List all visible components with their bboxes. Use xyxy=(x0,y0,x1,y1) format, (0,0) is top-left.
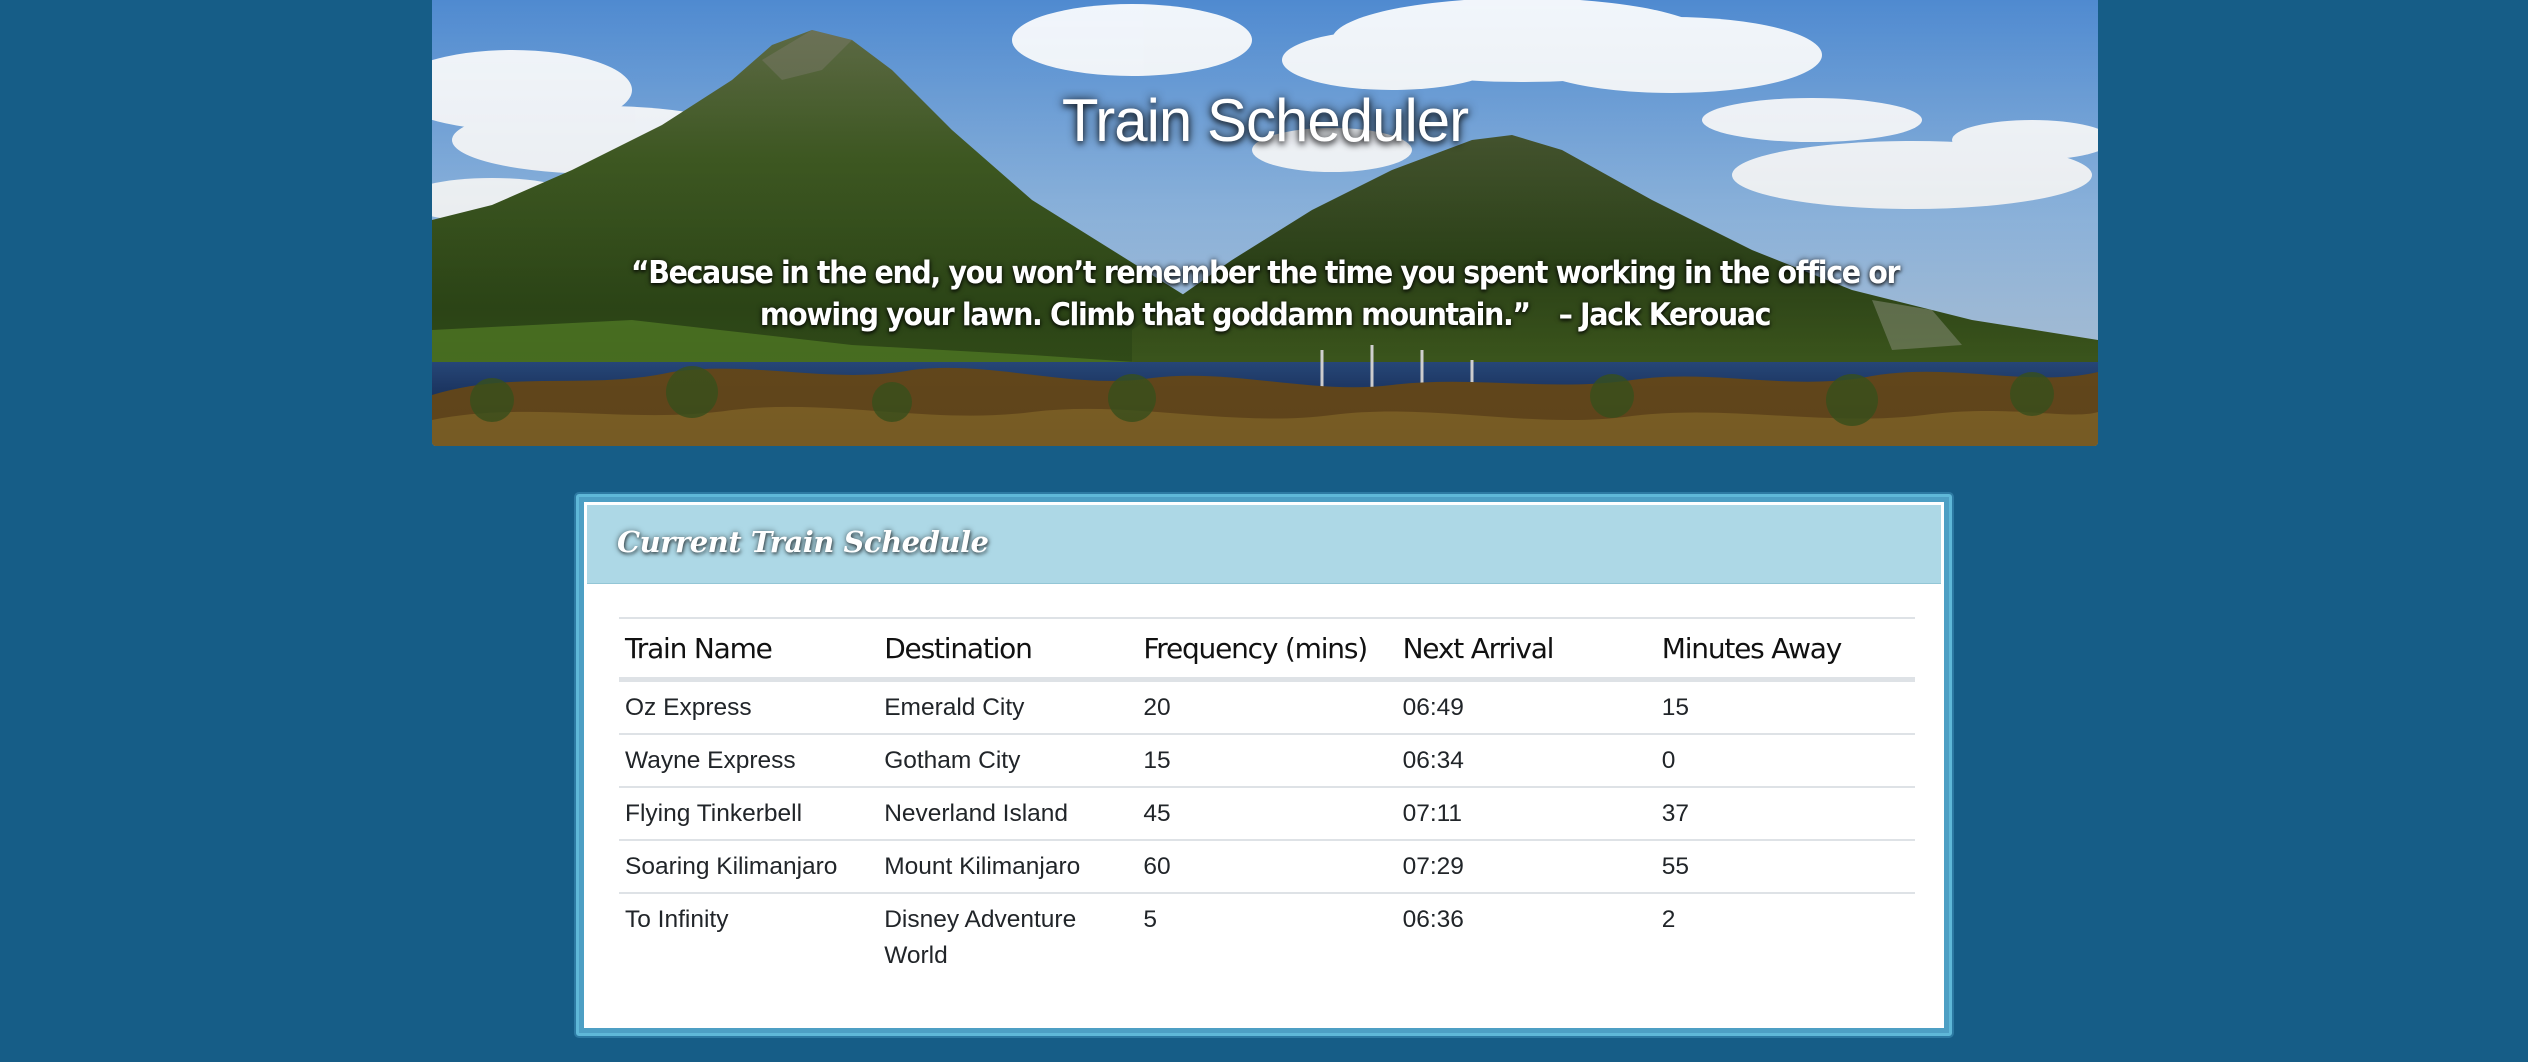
cell-minutes-away: 2 xyxy=(1655,892,1915,981)
cell-next-arrival: 07:29 xyxy=(1396,839,1656,893)
column-header-train-name: Train Name xyxy=(619,617,879,682)
quote-author: – Jack Kerouac xyxy=(1558,297,1772,333)
cell-frequency: 60 xyxy=(1137,839,1397,893)
cell-destination: Neverland Island xyxy=(878,786,1138,840)
cell-minutes-away: 15 xyxy=(1661,694,1690,721)
panel-heading: Current Train Schedule xyxy=(587,505,1941,584)
column-header-destination: Destination xyxy=(878,617,1138,682)
cell-frequency: 20 xyxy=(1143,694,1171,721)
column-header-next-arrival: Next Arrival xyxy=(1396,617,1656,682)
cell-next-arrival: 07:11 xyxy=(1396,786,1656,840)
hero-banner: Train Scheduler “Because in the end, you… xyxy=(432,0,2098,446)
cell-next-arrival: 06:49 xyxy=(1402,694,1464,721)
table-row: Wayne Express Gotham City 15 06:34 0 xyxy=(619,733,1915,787)
column-header-frequency: Frequency (mins) xyxy=(1137,617,1397,682)
hero-quote: “Because in the end, you won’t remember … xyxy=(591,252,1940,336)
table-row: To Infinity Disney Adventure World 5 06:… xyxy=(619,892,1915,981)
cell-frequency: 5 xyxy=(1137,892,1397,981)
table-header-row: Train Name Destination Frequency (mins) … xyxy=(619,617,1915,682)
cell-destination: Gotham City xyxy=(878,733,1138,787)
cell-destination: Emerald City xyxy=(884,694,1025,721)
mountain-landscape-image xyxy=(432,0,2098,446)
schedule-table: Train Name Destination Frequency (mins) … xyxy=(619,617,1915,981)
cell-train-name: To Infinity xyxy=(619,892,879,981)
cell-train-name: Soaring Kilimanjaro xyxy=(619,839,879,893)
cell-train-name: Wayne Express xyxy=(619,733,879,787)
schedule-panel: Current Train Schedule Train Name Destin… xyxy=(576,494,1952,1036)
cell-destination: Disney Adventure World xyxy=(878,892,1138,981)
cell-frequency: 45 xyxy=(1137,786,1397,840)
cell-destination: Mount Kilimanjaro xyxy=(878,839,1138,893)
cell-minutes-away: 0 xyxy=(1655,733,1915,787)
cell-next-arrival: 06:34 xyxy=(1396,733,1656,787)
table-row: Flying Tinkerbell Neverland Island 45 07… xyxy=(619,786,1915,840)
cell-minutes-away: 37 xyxy=(1655,786,1915,840)
cell-train-name: Oz Express xyxy=(625,694,752,721)
cell-frequency: 15 xyxy=(1137,733,1397,787)
panel-title: Current Train Schedule xyxy=(617,525,989,559)
cell-train-name: Flying Tinkerbell xyxy=(619,786,879,840)
cell-minutes-away: 55 xyxy=(1655,839,1915,893)
column-header-minutes-away: Minutes Away xyxy=(1655,617,1915,682)
table-row: Soaring Kilimanjaro Mount Kilimanjaro 60… xyxy=(619,839,1915,893)
cell-next-arrival: 06:36 xyxy=(1396,892,1656,981)
table-row: Oz Express Emerald City 20 06:49 15 xyxy=(619,680,1915,735)
page-title: Train Scheduler xyxy=(1061,87,1469,154)
